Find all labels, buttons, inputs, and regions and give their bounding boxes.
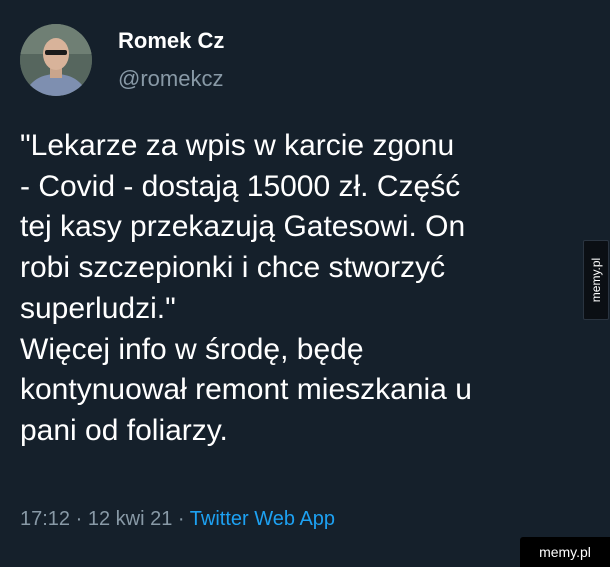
watermark-corner: memy.pl xyxy=(520,537,610,567)
meta-separator: · xyxy=(177,508,185,530)
tweet-text: "Lekarze za wpis w karcie zgonu - Covid … xyxy=(20,126,580,452)
tweet-text-line: "Lekarze za wpis w karcie zgonu xyxy=(20,129,455,162)
tweet-text-line: Więcej info w środę, będę xyxy=(20,332,364,366)
author-handle[interactable]: @romekcz xyxy=(118,66,223,92)
watermark-side: memy.pl xyxy=(583,240,609,320)
tweet-text-line: kontynuował remont mieszkania u xyxy=(20,373,472,407)
avatar[interactable] xyxy=(20,24,92,96)
watermark-side-text: memy.pl xyxy=(589,257,603,303)
tweet-card: Romek Cz @romekcz "Lekarze za wpis w kar… xyxy=(0,0,610,567)
tweet-time[interactable]: 17:12 xyxy=(20,508,70,530)
tweet-text-line: superludzi." xyxy=(20,291,176,325)
tweet-text-line: tej kasy przekazują Gatesowi. On xyxy=(20,210,466,244)
meta-separator: · xyxy=(75,508,83,530)
tweet-source-link[interactable]: Twitter Web App xyxy=(190,508,335,530)
avatar-image xyxy=(20,24,92,96)
tweet-text-line: pani od foliarzy. xyxy=(20,413,228,447)
tweet-text-line: - Covid - dostają 15000 zł. Część xyxy=(20,169,461,203)
tweet-text-line: robi szczepionki i chce stworzyć xyxy=(20,251,446,285)
tweet-date[interactable]: 12 kwi 21 xyxy=(88,508,173,530)
tweet-meta: 17:12 · 12 kwi 21 · Twitter Web App xyxy=(20,508,335,531)
author-display-name[interactable]: Romek Cz xyxy=(118,28,224,54)
